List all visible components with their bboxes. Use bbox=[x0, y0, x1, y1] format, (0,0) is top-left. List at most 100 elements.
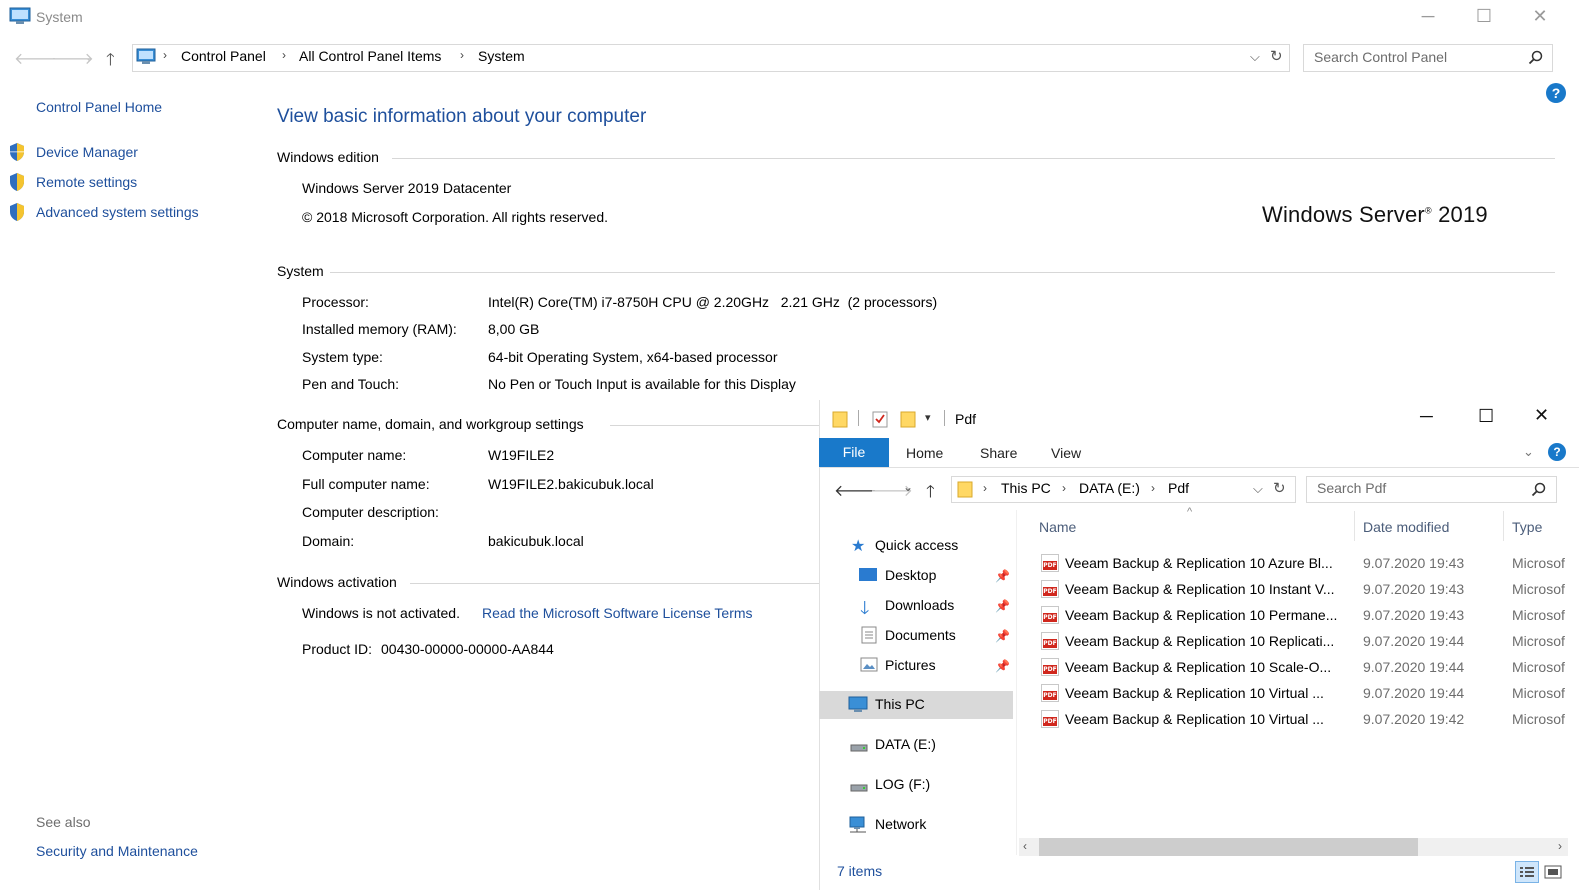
quick-access-star-icon: ★ bbox=[851, 538, 866, 555]
file-type: Microsof bbox=[1512, 581, 1565, 597]
column-separator[interactable] bbox=[1354, 511, 1355, 541]
license-terms-link[interactable]: Read the Microsoft Software License Term… bbox=[482, 605, 753, 621]
file-name[interactable]: Veeam Backup & Replication 10 Permane... bbox=[1065, 607, 1337, 623]
nav-data-drive[interactable]: DATA (E:) bbox=[875, 736, 936, 752]
tab-share[interactable]: Share bbox=[980, 445, 1017, 461]
memory-label: Installed memory (RAM): bbox=[302, 321, 457, 337]
column-header-type[interactable]: Type bbox=[1512, 519, 1542, 535]
explorer-maximize-button[interactable]: ☐ bbox=[1478, 406, 1494, 427]
domain-label: Domain: bbox=[302, 533, 355, 549]
explorer-search-icon[interactable] bbox=[1531, 482, 1547, 501]
breadcrumb-control-panel[interactable]: Control Panel bbox=[181, 48, 266, 64]
pin-icon[interactable]: 📌 bbox=[995, 659, 1010, 673]
file-name[interactable]: Veeam Backup & Replication 10 Virtual ..… bbox=[1065, 685, 1324, 701]
control-panel-home-link[interactable]: Control Panel Home bbox=[36, 99, 162, 115]
nav-pictures[interactable]: Pictures bbox=[885, 657, 936, 673]
breadcrumb-pdf[interactable]: Pdf bbox=[1168, 480, 1189, 496]
help-icon[interactable]: ? bbox=[1546, 83, 1566, 103]
file-name[interactable]: Veeam Backup & Replication 10 Azure Bl..… bbox=[1065, 555, 1333, 571]
file-date: 9.07.2020 19:44 bbox=[1363, 659, 1465, 675]
section-divider bbox=[610, 425, 819, 426]
pdf-file-icon bbox=[1041, 632, 1059, 650]
qat-separator bbox=[858, 410, 859, 426]
maximize-button[interactable]: ☐ bbox=[1461, 6, 1507, 27]
item-count: 7 items bbox=[837, 863, 883, 879]
search-icon[interactable] bbox=[1528, 50, 1544, 69]
recent-dropdown-icon[interactable]: ⌄ bbox=[85, 53, 93, 64]
breadcrumb-data-e[interactable]: DATA (E:) bbox=[1079, 480, 1140, 496]
explorer-minimize-button[interactable]: ─ bbox=[1420, 406, 1433, 427]
refresh-icon[interactable]: ↻ bbox=[1270, 47, 1283, 65]
file-name[interactable]: Veeam Backup & Replication 10 Replicati.… bbox=[1065, 633, 1334, 649]
section-computer-name: Computer name, domain, and workgroup set… bbox=[277, 416, 584, 432]
nav-network[interactable]: Network bbox=[875, 816, 926, 832]
breadcrumb-all-items[interactable]: All Control Panel Items bbox=[299, 48, 441, 64]
breadcrumb-separator: › bbox=[1151, 481, 1155, 495]
large-icons-view-icon[interactable] bbox=[1544, 864, 1562, 883]
section-divider bbox=[392, 158, 1555, 159]
logo-text: Windows Server bbox=[1262, 202, 1425, 227]
details-view-icon[interactable] bbox=[1515, 861, 1539, 883]
file-date: 9.07.2020 19:44 bbox=[1363, 633, 1465, 649]
explorer-refresh-icon[interactable]: ↻ bbox=[1273, 479, 1286, 497]
desktop-icon bbox=[858, 567, 878, 586]
customize-qat-icon[interactable]: ▾ bbox=[925, 411, 931, 424]
tab-view[interactable]: View bbox=[1051, 445, 1081, 461]
scroll-left-icon[interactable]: ‹ bbox=[1023, 839, 1027, 853]
close-button[interactable]: ✕ bbox=[1517, 6, 1563, 27]
qat-separator bbox=[944, 410, 945, 426]
pin-icon[interactable]: 📌 bbox=[995, 599, 1010, 613]
folder-icon bbox=[832, 410, 848, 431]
column-header-date[interactable]: Date modified bbox=[1363, 519, 1449, 535]
explorer-title: Pdf bbox=[955, 411, 977, 427]
up-arrow-icon[interactable]: 🡑 bbox=[106, 47, 115, 76]
file-name[interactable]: Veeam Backup & Replication 10 Virtual ..… bbox=[1065, 711, 1324, 727]
nav-downloads[interactable]: Downloads bbox=[885, 597, 954, 613]
minimize-button[interactable]: ─ bbox=[1405, 6, 1451, 27]
file-type: Microsof bbox=[1512, 633, 1565, 649]
nav-documents[interactable]: Documents bbox=[885, 627, 956, 643]
sidebar-item-device-manager[interactable]: Device Manager bbox=[36, 144, 138, 160]
tab-home[interactable]: Home bbox=[906, 445, 943, 461]
logo-year: 2019 bbox=[1438, 202, 1488, 227]
file-name[interactable]: Veeam Backup & Replication 10 Instant V.… bbox=[1065, 581, 1335, 597]
scrollbar-thumb[interactable] bbox=[1039, 838, 1418, 856]
explorer-address-dropdown-icon[interactable]: ⌵ bbox=[1253, 481, 1263, 497]
system-type-value: 64-bit Operating System, x64-based proce… bbox=[488, 349, 778, 365]
nav-log-drive[interactable]: LOG (F:) bbox=[875, 776, 930, 792]
sidebar-item-remote-settings[interactable]: Remote settings bbox=[36, 174, 137, 190]
ribbon-divider bbox=[819, 467, 1579, 468]
explorer-help-icon[interactable]: ? bbox=[1548, 443, 1566, 461]
processor-label: Processor: bbox=[302, 294, 369, 310]
pin-icon[interactable]: 📌 bbox=[995, 569, 1010, 583]
ribbon-expand-icon[interactable]: ⌄ bbox=[1523, 444, 1534, 460]
breadcrumb-separator: › bbox=[460, 48, 464, 62]
tab-file[interactable]: File bbox=[819, 438, 889, 467]
computer-name-value: W19FILE2 bbox=[488, 447, 555, 463]
security-maintenance-link[interactable]: Security and Maintenance bbox=[36, 843, 198, 859]
nav-desktop[interactable]: Desktop bbox=[885, 567, 936, 583]
explorer-recent-icon[interactable]: ⌄ bbox=[903, 480, 913, 494]
activation-status: Windows is not activated. bbox=[302, 605, 460, 621]
breadcrumb-this-pc[interactable]: This PC bbox=[1001, 480, 1051, 496]
sidebar-item-advanced-settings[interactable]: Advanced system settings bbox=[36, 204, 199, 220]
nav-pane-divider bbox=[1016, 510, 1017, 855]
nav-this-pc[interactable]: This PC bbox=[875, 696, 925, 712]
breadcrumb-system[interactable]: System bbox=[478, 48, 525, 64]
section-divider bbox=[410, 583, 819, 584]
properties-icon[interactable] bbox=[872, 410, 888, 431]
file-name[interactable]: Veeam Backup & Replication 10 Scale-O... bbox=[1065, 659, 1331, 675]
section-divider bbox=[330, 272, 1555, 273]
column-header-name[interactable]: Name bbox=[1039, 519, 1076, 535]
nav-quick-access[interactable]: Quick access bbox=[875, 537, 958, 553]
page-title: View basic information about your comput… bbox=[277, 106, 647, 127]
scroll-right-icon[interactable]: › bbox=[1558, 839, 1562, 853]
explorer-close-button[interactable]: ✕ bbox=[1534, 405, 1549, 426]
new-folder-icon[interactable] bbox=[900, 410, 916, 431]
shield-icon bbox=[8, 202, 26, 222]
column-separator[interactable] bbox=[1503, 511, 1504, 541]
system-type-label: System type: bbox=[302, 349, 383, 365]
explorer-up-arrow-icon[interactable]: 🡑 bbox=[926, 479, 935, 508]
pin-icon[interactable]: 📌 bbox=[995, 629, 1010, 643]
address-dropdown-icon[interactable]: ⌵ bbox=[1250, 49, 1260, 65]
